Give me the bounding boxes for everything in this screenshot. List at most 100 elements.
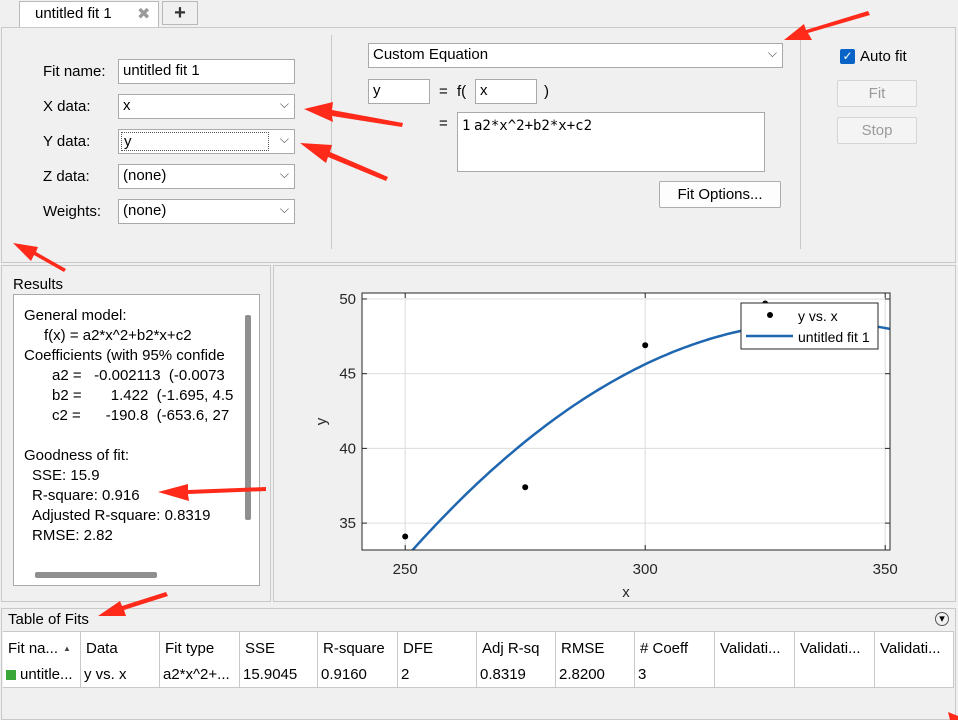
y-data-select[interactable]: y ⌵ bbox=[118, 129, 295, 154]
table-cell[interactable]: y vs. x bbox=[81, 665, 160, 687]
weights-select[interactable]: (none) ⌵ bbox=[118, 199, 295, 224]
y-tick-label: 50 bbox=[339, 291, 356, 308]
table-cell[interactable]: untitle... bbox=[3, 665, 81, 687]
equals-sign: = bbox=[439, 83, 448, 100]
y-axis-label: y bbox=[313, 417, 330, 425]
table-cell[interactable]: 3 bbox=[635, 665, 715, 687]
results-vertical-scrollbar[interactable] bbox=[245, 315, 251, 520]
x-axis-label: x bbox=[622, 584, 630, 601]
z-data-select[interactable]: (none) ⌵ bbox=[118, 164, 295, 189]
table-cell[interactable] bbox=[795, 665, 875, 687]
legend-entry-points: y vs. x bbox=[798, 308, 838, 324]
independent-variable-input[interactable]: x bbox=[475, 79, 537, 104]
table-header-3[interactable]: SSE bbox=[240, 632, 318, 665]
close-icon[interactable]: ✖ bbox=[137, 4, 150, 24]
equation-editor[interactable]: 1 a2*x^2+b2*x+c2 bbox=[457, 112, 765, 172]
chevron-down-icon: ⌵ bbox=[279, 167, 289, 181]
weights-label: Weights: bbox=[43, 203, 102, 220]
x-tick-label: 350 bbox=[873, 561, 898, 578]
table-cell[interactable]: a2*x^2+... bbox=[160, 665, 240, 687]
x-tick-label: 300 bbox=[633, 561, 658, 578]
stop-button[interactable]: Stop bbox=[837, 117, 917, 144]
fit-options-button[interactable]: Fit Options... bbox=[659, 181, 781, 208]
chevron-down-icon: ⌵ bbox=[767, 46, 777, 60]
chevron-down-icon: ⌵ bbox=[279, 97, 289, 111]
y-data-label: Y data: bbox=[43, 133, 91, 150]
fit-name-label: Fit name: bbox=[43, 63, 106, 80]
fit-plot[interactable]: 250 300 350 35 40 45 50 x y y vs. x untitled fit 1 bbox=[274, 266, 955, 601]
table-menu-icon[interactable]: ▾ bbox=[935, 612, 949, 626]
table-header-9[interactable]: Validati... bbox=[715, 632, 795, 665]
results-line: a2 = -0.002113 (-0.0073 bbox=[52, 367, 225, 384]
close-paren: ) bbox=[544, 83, 549, 100]
tab-untitled-fit-1[interactable]: untitled fit 1 ✖ bbox=[19, 1, 159, 27]
data-point bbox=[522, 484, 529, 491]
x-data-value: x bbox=[123, 97, 131, 114]
sort-ascending-icon: ▲ bbox=[63, 644, 71, 653]
table-header-11[interactable]: Validati... bbox=[875, 632, 954, 665]
z-data-label: Z data: bbox=[43, 168, 90, 185]
results-line: Goodness of fit: bbox=[24, 447, 130, 464]
table-title: Table of Fits bbox=[8, 611, 89, 628]
auto-fit-label: Auto fit bbox=[860, 48, 907, 65]
results-line: General model: bbox=[24, 307, 127, 324]
legend-marker bbox=[767, 312, 773, 318]
fit-color-swatch bbox=[6, 670, 16, 680]
results-line: SSE: 15.9 bbox=[32, 467, 100, 484]
fit-type-select[interactable]: Custom Equation ⌵ bbox=[368, 43, 783, 68]
auto-fit-checkbox[interactable]: ✓ bbox=[840, 49, 855, 64]
table-cell[interactable]: 15.9045 bbox=[240, 665, 318, 687]
table-header-6[interactable]: Adj R-sq bbox=[477, 632, 556, 665]
divider bbox=[800, 35, 801, 249]
y-data-value: y bbox=[121, 132, 269, 151]
table-cell[interactable]: 2 bbox=[398, 665, 477, 687]
table-cell[interactable]: 0.9160 bbox=[318, 665, 398, 687]
results-line: f(x) = a2*x^2+b2*x+c2 bbox=[44, 327, 192, 344]
x-tick-label: 250 bbox=[393, 561, 418, 578]
table-header-5[interactable]: DFE bbox=[398, 632, 477, 665]
divider bbox=[331, 35, 332, 249]
chevron-down-icon: ⌵ bbox=[279, 132, 289, 146]
table-cell[interactable]: 0.8319 bbox=[477, 665, 556, 687]
results-line: Adjusted R-square: 0.8319 bbox=[32, 507, 211, 524]
table-header-0[interactable]: Fit na... ▲ bbox=[3, 632, 81, 665]
table-cell[interactable]: 2.8200 bbox=[556, 665, 635, 687]
y-tick-label: 40 bbox=[339, 440, 356, 457]
results-line: Coefficients (with 95% confide bbox=[24, 347, 225, 364]
z-data-value: (none) bbox=[123, 167, 167, 184]
fit-name-input[interactable]: untitled fit 1 bbox=[118, 59, 295, 84]
equals-sign-2: = bbox=[439, 115, 448, 132]
y-tick-label: 45 bbox=[339, 366, 356, 383]
line-number: 1 bbox=[462, 118, 471, 134]
table-header-1[interactable]: Data bbox=[81, 632, 160, 665]
add-tab-button[interactable]: + bbox=[162, 1, 198, 25]
results-text-area[interactable]: General model: f(x) = a2*x^2+b2*x+c2 Coe… bbox=[13, 294, 260, 586]
table-cell[interactable] bbox=[875, 665, 954, 687]
x-data-label: X data: bbox=[43, 98, 91, 115]
results-horizontal-scrollbar[interactable] bbox=[35, 572, 157, 578]
results-line: R-square: 0.916 bbox=[32, 487, 140, 504]
equation-text[interactable]: a2*x^2+b2*x+c2 bbox=[474, 118, 592, 134]
table-header-2[interactable]: Fit type bbox=[160, 632, 240, 665]
results-line: c2 = -190.8 (-653.6, 27 bbox=[52, 407, 230, 424]
x-data-select[interactable]: x ⌵ bbox=[118, 94, 295, 119]
function-label: f( bbox=[457, 83, 467, 100]
fit-button[interactable]: Fit bbox=[837, 80, 917, 107]
table-header-10[interactable]: Validati... bbox=[795, 632, 875, 665]
results-line: b2 = 1.422 (-1.695, 4.5 bbox=[52, 387, 234, 404]
results-line: RMSE: 2.82 bbox=[32, 527, 113, 544]
table-header-8[interactable]: # Coeff bbox=[635, 632, 715, 665]
data-point bbox=[402, 533, 409, 540]
table-header-4[interactable]: R-square bbox=[318, 632, 398, 665]
results-title: Results bbox=[13, 276, 64, 293]
table-cell[interactable] bbox=[715, 665, 795, 687]
y-tick-label: 35 bbox=[339, 515, 356, 532]
tab-label: untitled fit 1 bbox=[35, 5, 112, 22]
fit-type-value: Custom Equation bbox=[373, 46, 489, 63]
dependent-variable-input[interactable]: y bbox=[368, 79, 430, 104]
legend-entry-fit: untitled fit 1 bbox=[798, 329, 870, 345]
data-point bbox=[642, 342, 649, 349]
table-header-7[interactable]: RMSE bbox=[556, 632, 635, 665]
weights-value: (none) bbox=[123, 202, 167, 219]
chevron-down-icon: ⌵ bbox=[279, 202, 289, 216]
